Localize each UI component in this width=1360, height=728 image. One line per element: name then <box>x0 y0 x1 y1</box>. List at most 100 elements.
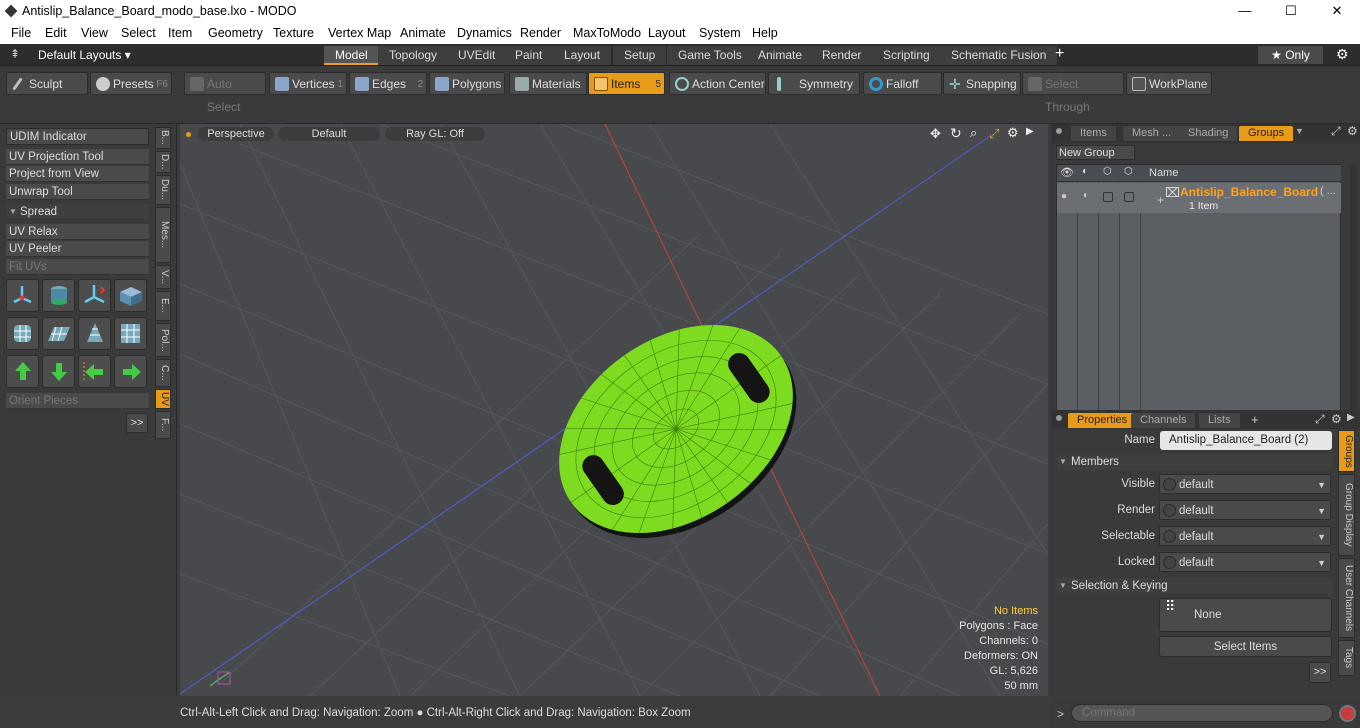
sculpt-button[interactable]: Sculpt <box>6 72 88 95</box>
visibility-eye-icon[interactable]: 👁 <box>1060 166 1074 179</box>
rotate-icon[interactable]: ↻ <box>950 125 962 142</box>
expand-toggle-icon[interactable]: + <box>1157 193 1164 207</box>
viewport-settings-icon[interactable]: ⚙ <box>1007 125 1019 141</box>
menu-help[interactable]: Help <box>752 26 778 40</box>
tab-scripting[interactable]: Scripting <box>872 46 942 65</box>
tab-setup[interactable]: Setup <box>613 46 668 65</box>
tab-paint[interactable]: Paint <box>504 46 555 65</box>
menu-dynamics[interactable]: Dynamics <box>457 26 512 40</box>
arrow-up-icon[interactable] <box>6 355 39 388</box>
maximize-view-icon[interactable]: ⤢ <box>989 126 999 142</box>
tab-uvedit[interactable]: UVEdit <box>447 46 508 65</box>
props-arrow-icon[interactable]: ▶ <box>1347 412 1355 423</box>
workplane-button[interactable]: WorkPlane <box>1126 72 1212 95</box>
tab-shading[interactable]: Shading <box>1179 126 1238 141</box>
falloff-button[interactable]: Falloff <box>863 72 942 95</box>
items-button[interactable]: Items 5 <box>588 72 665 95</box>
uv-plane-icon[interactable] <box>42 317 75 350</box>
tab-schematic-fusion[interactable]: Schematic Fusion <box>940 46 1059 65</box>
props-menu-dot-icon[interactable] <box>1056 415 1062 421</box>
arrow-right-icon[interactable] <box>114 355 147 388</box>
record-icon[interactable] <box>1339 705 1356 722</box>
row-render-icon[interactable]: ◐ <box>1083 190 1089 201</box>
shading-default-dropdown[interactable]: Default <box>278 127 380 141</box>
menu-view[interactable]: View <box>81 26 108 40</box>
raygl-toggle[interactable]: Ray GL: Off <box>385 127 485 141</box>
add-props-tab-button[interactable]: + <box>1251 412 1259 427</box>
lock-icon[interactable]: ⬡ <box>1103 166 1112 177</box>
tab-items[interactable]: Items <box>1071 126 1116 141</box>
tab-animate[interactable]: Animate <box>747 46 815 65</box>
spread-section[interactable]: ▼ Spread <box>6 204 149 220</box>
expand-props-icon[interactable]: ⤢ <box>1315 412 1325 427</box>
menu-geometry[interactable]: Geometry <box>208 26 263 40</box>
tab-lists[interactable]: Lists <box>1199 413 1240 428</box>
add-tab-button[interactable]: + <box>1055 45 1064 63</box>
layout-drag-icon[interactable]: ⇞ <box>10 47 20 61</box>
vtab-vertex[interactable]: V... <box>155 265 171 289</box>
default-layouts-dropdown[interactable]: Default Layouts ▾ <box>38 48 131 62</box>
tab-groups[interactable]: Groups <box>1239 126 1294 141</box>
auto-select-button[interactable]: Auto Select <box>184 72 266 114</box>
perspective-dropdown[interactable]: Perspective <box>198 127 274 141</box>
edges-button[interactable]: Edges 2 <box>349 72 427 95</box>
select-icon[interactable]: ⬡ <box>1124 166 1133 177</box>
menu-animate[interactable]: Animate <box>400 26 446 40</box>
render-dropdown[interactable]: default ▼ <box>1159 500 1331 520</box>
more-tools-button[interactable]: >> <box>126 413 148 433</box>
maximize-button[interactable]: ☐ <box>1268 0 1314 22</box>
materials-button[interactable]: Materials <box>509 72 587 95</box>
vtab-edge[interactable]: E... <box>155 291 171 321</box>
polygons-button[interactable]: Polygons <box>429 72 505 95</box>
menu-select[interactable]: Select <box>121 26 156 40</box>
tab-layout[interactable]: Layout <box>553 46 613 65</box>
new-group-button[interactable]: New Group <box>1056 145 1135 160</box>
uv-cube-icon[interactable] <box>114 317 147 350</box>
uv-projection-tool-button[interactable]: UV Projection Tool <box>6 149 149 165</box>
zoom-icon[interactable]: ⌕ <box>970 125 977 141</box>
vtab-groups[interactable]: Groups <box>1338 430 1355 472</box>
vtab-user-channels[interactable]: User Channels <box>1338 558 1355 638</box>
group-name[interactable]: Antislip_Balance_Board <box>1180 185 1318 199</box>
menu-system[interactable]: System <box>699 26 741 40</box>
tabs-dropdown-icon[interactable]: ▼ <box>1295 126 1304 136</box>
selectable-dropdown[interactable]: default ▼ <box>1159 526 1331 546</box>
select-items-button[interactable]: Select Items <box>1159 636 1332 657</box>
vtab-deform[interactable]: D... <box>155 151 171 173</box>
props-more-button[interactable]: >> <box>1309 662 1331 683</box>
menu-render[interactable]: Render <box>520 26 561 40</box>
vtab-curve[interactable]: C... <box>155 359 171 387</box>
3d-viewport[interactable]: Perspective Default Ray GL: Off ✥ ↻ ⌕ ⤢ … <box>180 124 1048 696</box>
tab-model[interactable]: Model <box>324 46 380 65</box>
groups-scrollbar[interactable] <box>1350 164 1357 414</box>
tab-topology[interactable]: Topology <box>378 46 450 65</box>
unwrap-tool-button[interactable]: Unwrap Tool <box>6 184 149 200</box>
orient-pieces-button[interactable]: Orient Pieces <box>6 393 149 409</box>
props-settings-icon[interactable]: ⚙ <box>1331 412 1342 426</box>
visible-dropdown[interactable]: default ▼ <box>1159 474 1331 494</box>
uv-cone-icon[interactable] <box>78 317 111 350</box>
uv-peeler-button[interactable]: UV Peeler <box>6 241 149 257</box>
only-toggle[interactable]: ★ Only <box>1258 46 1323 64</box>
selection-keying-section[interactable]: ▼ Selection & Keying <box>1057 578 1333 594</box>
row-lock-checkbox[interactable] <box>1103 192 1113 202</box>
panel-settings-icon[interactable]: ⚙ <box>1347 124 1358 138</box>
pan-icon[interactable]: ✥ <box>930 126 941 142</box>
command-input[interactable] <box>1071 704 1333 722</box>
tab-properties[interactable]: Properties <box>1068 413 1137 428</box>
play-icon[interactable]: ▶ <box>1026 126 1034 137</box>
expand-panel-icon[interactable]: ⤢ <box>1331 124 1341 139</box>
uv-cylinder-icon[interactable] <box>42 279 75 312</box>
vertices-button[interactable]: Vertices 1 <box>269 72 347 95</box>
locked-dropdown[interactable]: default ▼ <box>1159 552 1331 572</box>
snapping-button[interactable]: ✛ Snapping <box>943 72 1021 95</box>
row-eye-icon[interactable]: ● <box>1061 191 1067 202</box>
symmetry-button[interactable]: Symmetry <box>768 72 860 95</box>
group-name-field[interactable]: Antislip_Balance_Board (2) <box>1160 431 1332 450</box>
group-row[interactable]: ● ◐ + ⌧ Antislip_Balance_Board ( ... 1 I… <box>1057 183 1341 213</box>
render-icon[interactable]: ◐ <box>1082 166 1088 177</box>
presets-button[interactable]: Presets F6 <box>90 72 172 95</box>
minimize-button[interactable]: — <box>1222 0 1268 22</box>
vtab-uv[interactable]: UV <box>155 389 171 409</box>
tab-mesh[interactable]: Mesh ... <box>1123 126 1181 141</box>
